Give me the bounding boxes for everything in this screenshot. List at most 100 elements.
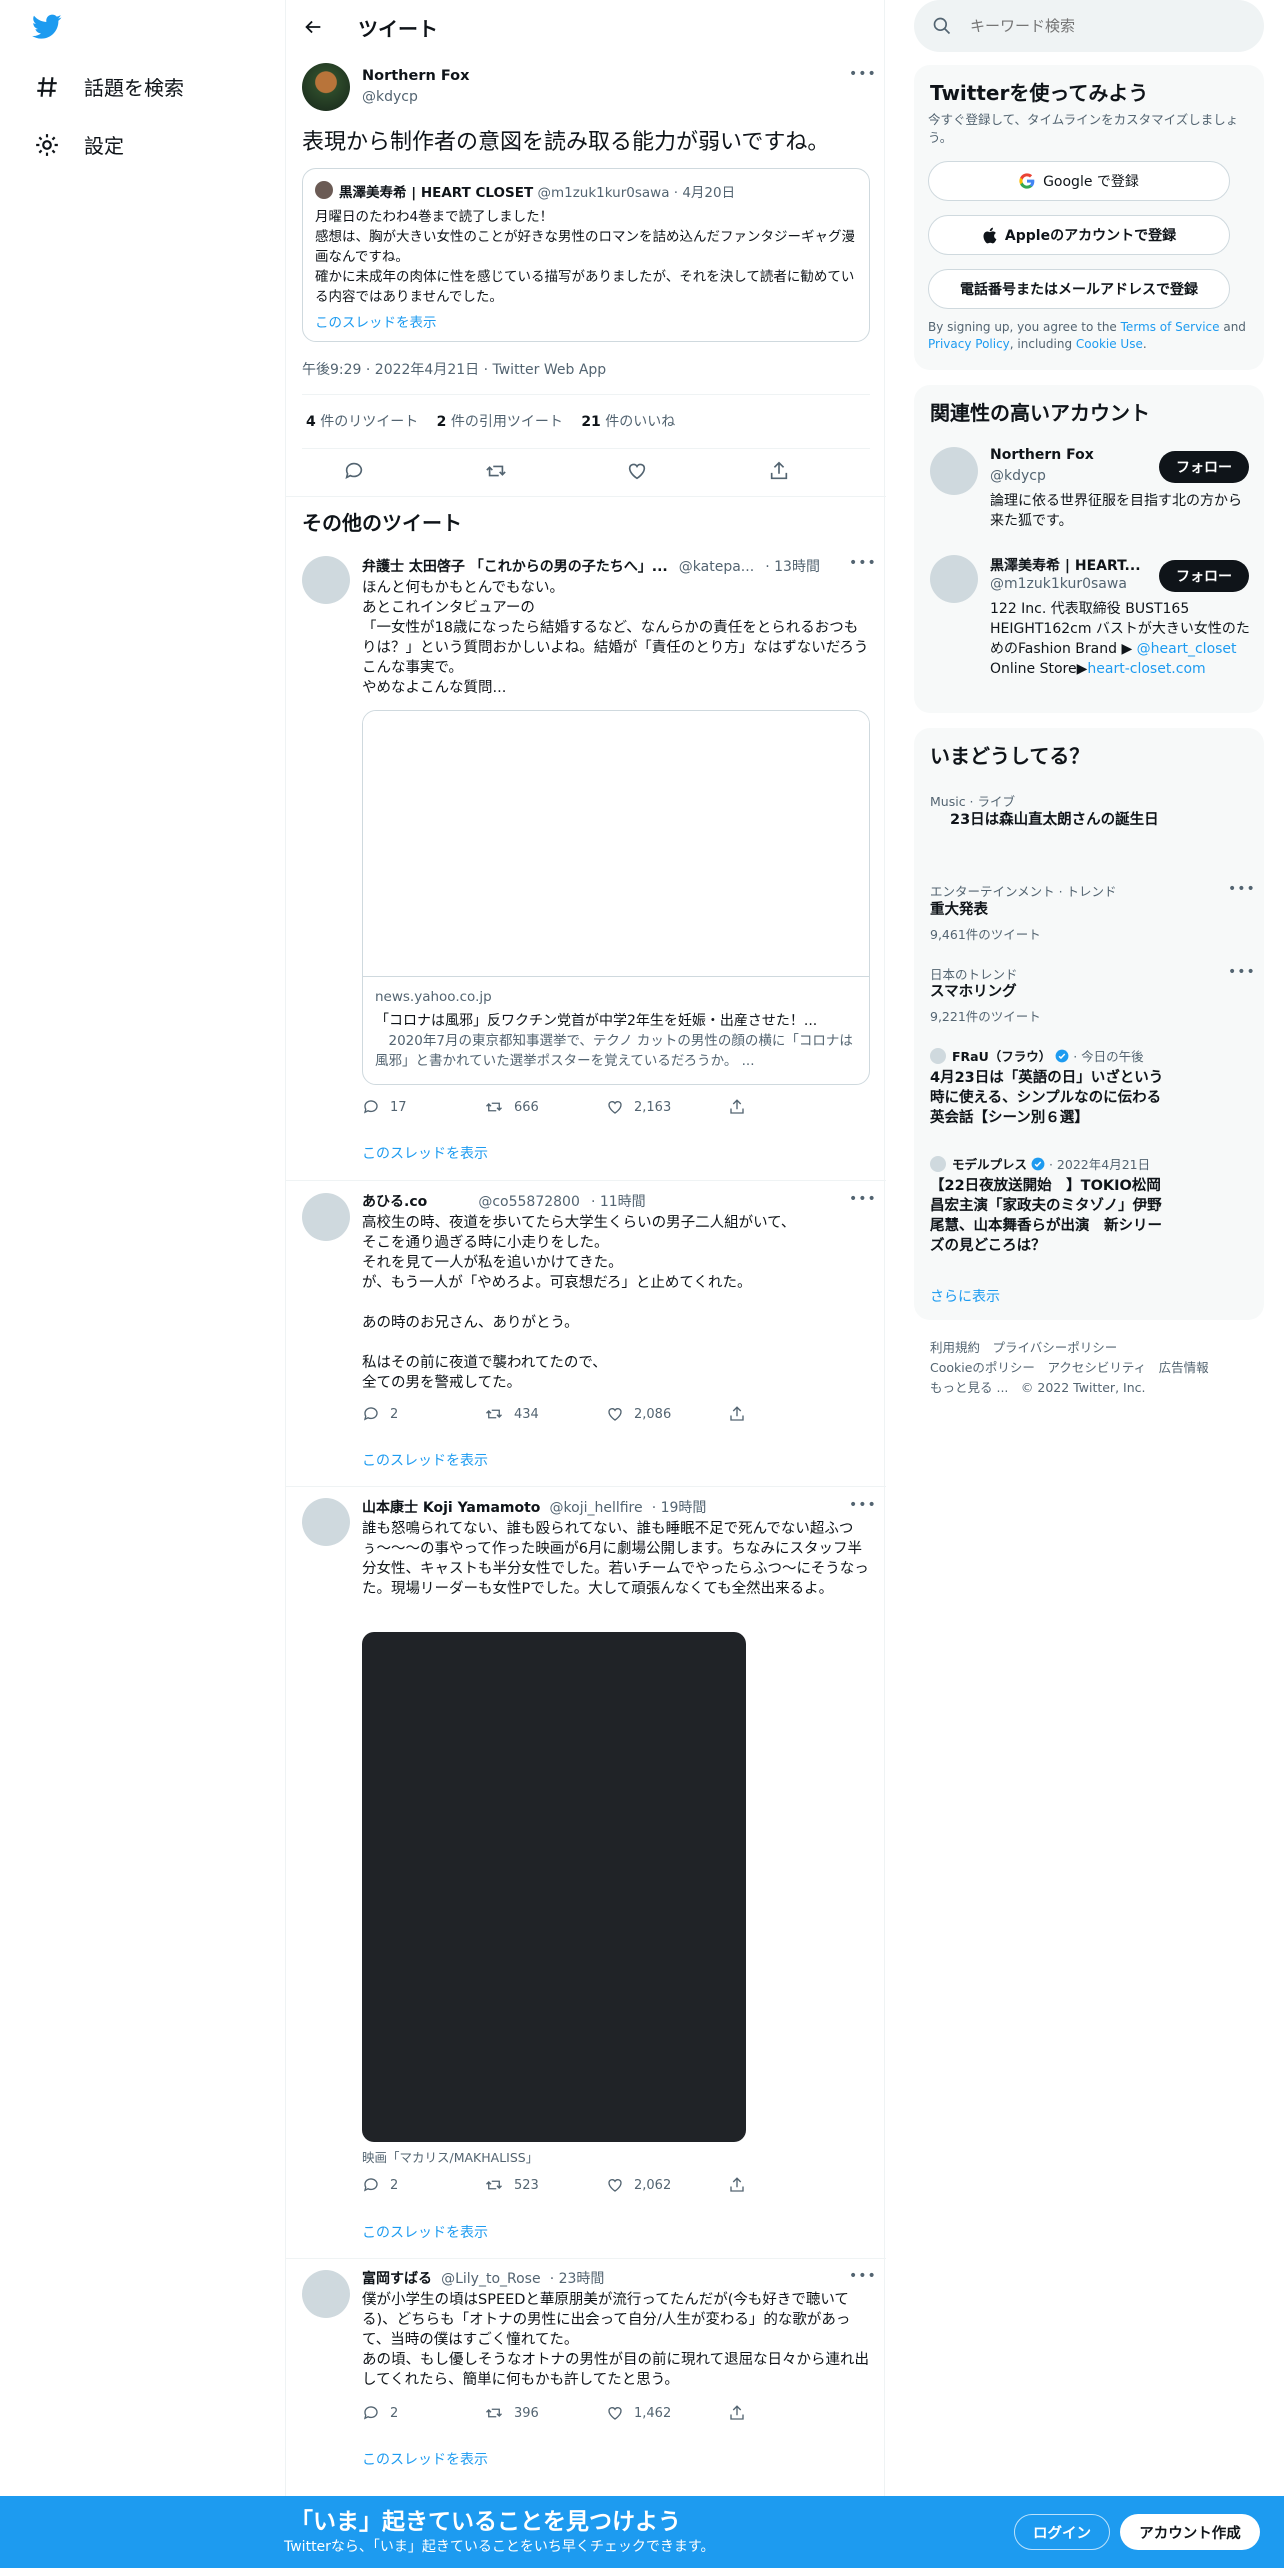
retweet-icon: [484, 1405, 504, 1423]
thread-link[interactable]: このスレッドを表示: [362, 1450, 488, 1470]
thread-link[interactable]: このスレッドを表示: [362, 2222, 488, 2242]
bio-url-link[interactable]: heart-closet.com: [1087, 661, 1205, 677]
author-name[interactable]: 山本康士 Koji Yamamoto: [362, 1500, 540, 1516]
search-input[interactable]: [970, 14, 1250, 38]
link-card[interactable]: news.yahoo.co.jp 「コロナは風邪」反ワクチン党首が中学2年生を妊…: [362, 710, 870, 1085]
more-options-icon[interactable]: •••: [1228, 964, 1256, 980]
thread-link[interactable]: このスレッドを表示: [362, 2449, 488, 2469]
more-options-icon[interactable]: •••: [849, 2268, 877, 2284]
news-time: · 今日の午後: [1073, 1049, 1144, 1064]
footer-ads[interactable]: 広告情報: [1159, 1360, 1209, 1375]
avatar[interactable]: [302, 1193, 350, 1241]
search-box[interactable]: [914, 0, 1264, 52]
reply-button[interactable]: 17: [362, 1098, 484, 1116]
signup-title: Twitterを使ってみよう: [930, 81, 1149, 105]
nav-explore[interactable]: 話題を検索: [34, 72, 184, 101]
retweet-icon[interactable]: [484, 460, 508, 482]
like-button[interactable]: 2,062: [606, 2176, 728, 2194]
footer-more[interactable]: もっと見る ...: [930, 1380, 1008, 1395]
card-domain: news.yahoo.co.jp: [375, 989, 492, 1005]
quote-thread-link[interactable]: このスレッドを表示: [315, 311, 437, 331]
thread-link[interactable]: このスレッドを表示: [362, 1143, 488, 1163]
author-name[interactable]: Northern Fox: [362, 68, 470, 84]
tweet-time[interactable]: · 19時間: [652, 1500, 707, 1516]
author-name[interactable]: あひる.co: [362, 1194, 427, 1210]
likes-stat[interactable]: 21 件のいいね: [581, 414, 675, 430]
verified-badge-icon: [1031, 1157, 1045, 1171]
avatar[interactable]: [302, 1498, 350, 1546]
avatar[interactable]: [930, 447, 978, 495]
follow-button[interactable]: フォロー: [1159, 560, 1249, 592]
author-handle[interactable]: @kdycp: [362, 89, 418, 105]
retweet-button[interactable]: 523: [484, 2176, 606, 2194]
retweet-button[interactable]: 396: [484, 2404, 606, 2422]
retweets-stat[interactable]: 4 件のリツイート: [306, 414, 418, 430]
tweet-time[interactable]: · 23時間: [550, 2271, 605, 2287]
bottom-signup-bar: 「いま」起きていることを見つけよう Twitterなら、「いま」起きていることを…: [0, 2496, 1284, 2568]
more-options-icon[interactable]: •••: [849, 555, 877, 571]
author-handle[interactable]: @koji_hellfire: [550, 1500, 643, 1516]
author-name[interactable]: 弁護士 太田啓子 「これからの男の子たちへ」...: [362, 559, 668, 575]
tweet-actions: 17 666 2,163: [362, 1098, 850, 1116]
reply-button[interactable]: 2: [362, 2176, 484, 2194]
more-options-icon[interactable]: •••: [1228, 881, 1256, 897]
terms-link[interactable]: Terms of Service: [1121, 320, 1220, 334]
create-account-button[interactable]: アカウント作成: [1120, 2514, 1260, 2550]
cookie-link[interactable]: Cookie Use: [1076, 337, 1143, 351]
retweet-button[interactable]: 666: [484, 1098, 606, 1116]
tweet-time[interactable]: · 13時間: [765, 559, 820, 575]
source-avatar: [930, 1048, 946, 1064]
retweet-button[interactable]: 434: [484, 1405, 606, 1423]
privacy-link[interactable]: Privacy Policy: [928, 337, 1010, 351]
avatar[interactable]: [930, 555, 978, 603]
reply-icon: [362, 1405, 380, 1423]
google-signup-button[interactable]: Google で登録: [928, 161, 1230, 201]
reply-icon[interactable]: [343, 460, 365, 482]
like-button[interactable]: 2,163: [606, 1098, 728, 1116]
follow-button[interactable]: フォロー: [1159, 451, 1249, 483]
share-icon[interactable]: [768, 460, 790, 482]
bio-mention-link[interactable]: @heart_closet: [1137, 641, 1237, 657]
account-name[interactable]: 黒澤美寿希 | HEART...: [990, 555, 1141, 575]
more-options-icon[interactable]: •••: [849, 1191, 877, 1207]
author-handle[interactable]: @co55872800: [478, 1194, 580, 1210]
footer-accessibility[interactable]: アクセシビリティ: [1047, 1360, 1146, 1375]
apple-signup-button[interactable]: Appleのアカウントで登録: [928, 215, 1230, 255]
author-handle[interactable]: @katepa...: [679, 559, 754, 575]
account-handle[interactable]: @kdycp: [990, 468, 1046, 484]
share-button[interactable]: [728, 2404, 850, 2422]
video-thumbnail[interactable]: [362, 1632, 746, 2142]
tweet-time[interactable]: · 11時間: [591, 1194, 646, 1210]
like-button[interactable]: 2,086: [606, 1405, 728, 1423]
avatar[interactable]: [302, 2270, 350, 2318]
account-name[interactable]: Northern Fox: [990, 447, 1094, 463]
reply-button[interactable]: 2: [362, 1405, 484, 1423]
tweet-text: 僕が小学生の頃はSPEEDと華原朋美が流行ってたんだが(今も好きで聴いてる)、ど…: [362, 2292, 870, 2388]
like-icon[interactable]: [626, 460, 648, 482]
back-arrow-icon[interactable]: [302, 16, 324, 38]
login-button[interactable]: ログイン: [1014, 2514, 1110, 2550]
tweet-actions: 2 434 2,086: [362, 1405, 850, 1423]
quote-tweet-card[interactable]: 黒澤美寿希 | HEART CLOSET @m1zuk1kur0sawa · 4…: [302, 168, 870, 342]
account-handle[interactable]: @m1zuk1kur0sawa: [990, 576, 1127, 592]
phone-email-signup-button[interactable]: 電話番号またはメールアドレスで登録: [928, 269, 1230, 309]
share-button[interactable]: [728, 1405, 850, 1423]
more-options-icon[interactable]: •••: [849, 1497, 877, 1513]
footer-terms[interactable]: 利用規約: [930, 1340, 980, 1355]
share-button[interactable]: [728, 1098, 850, 1116]
like-button[interactable]: 1,462: [606, 2404, 728, 2422]
quotes-stat[interactable]: 2 件の引用ツイート: [437, 414, 563, 430]
share-button[interactable]: [728, 2176, 850, 2194]
avatar[interactable]: [302, 556, 350, 604]
tweet-timestamp[interactable]: 午後9:29 · 2022年4月21日 · Twitter Web App: [302, 359, 606, 379]
more-options-icon[interactable]: •••: [849, 66, 877, 82]
avatar[interactable]: [302, 63, 350, 111]
author-handle[interactable]: @Lily_to_Rose: [441, 2271, 541, 2287]
show-more-link[interactable]: さらに表示: [930, 1286, 1000, 1306]
twitter-logo-icon[interactable]: [32, 14, 62, 40]
author-name[interactable]: 富岡すばる: [362, 2271, 432, 2287]
footer-privacy[interactable]: プライバシーポリシー: [993, 1340, 1118, 1355]
nav-settings[interactable]: 設定: [34, 130, 124, 159]
reply-button[interactable]: 2: [362, 2404, 484, 2422]
footer-cookie[interactable]: Cookieのポリシー: [930, 1360, 1035, 1375]
